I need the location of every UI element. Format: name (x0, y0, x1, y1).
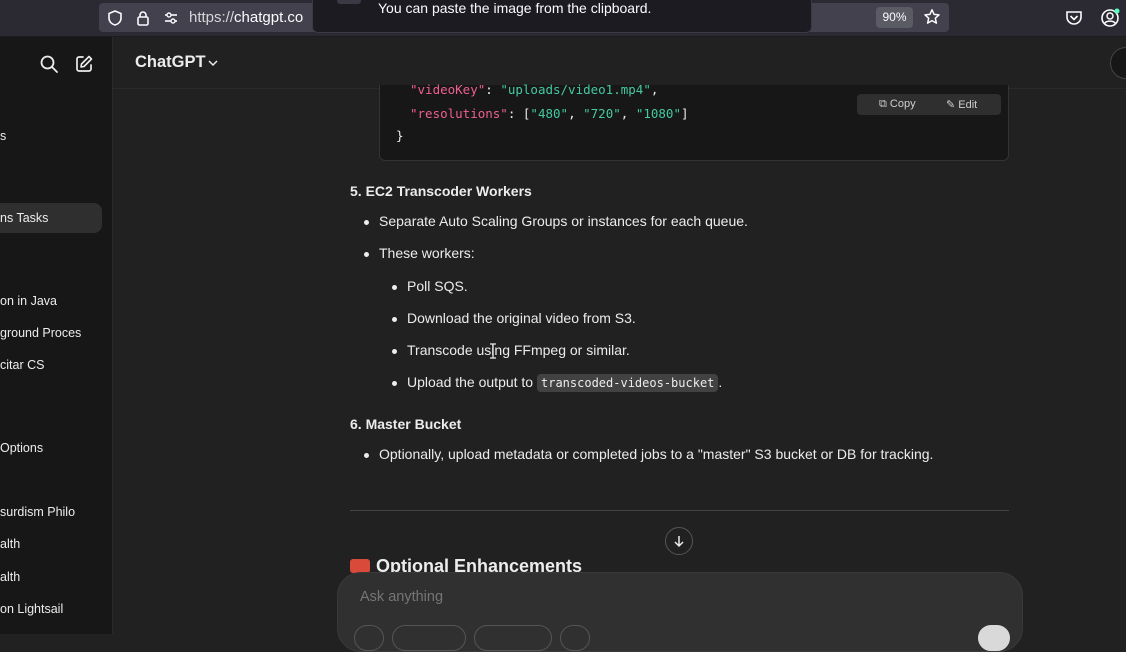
list-item: Optionally, upload metadata or completed… (363, 446, 934, 462)
copy-label: Copy (889, 98, 916, 110)
attach-button[interactable] (354, 625, 384, 651)
chevron-down-icon[interactable] (207, 57, 219, 69)
scroll-down-button[interactable] (665, 527, 693, 555)
divider (350, 510, 1009, 511)
model-selector[interactable]: ChatGPT (135, 53, 206, 72)
sidebar-item-active[interactable]: ns Tasks (0, 203, 102, 233)
code-value: "uploads/video1.mp4" (500, 82, 651, 97)
code-value: "1080" (635, 106, 681, 121)
sidebar-item[interactable]: on in Java (0, 286, 102, 316)
section-heading: 5. EC2 Transcoder Workers (350, 183, 532, 199)
url-host: chatgpt.co (234, 9, 304, 26)
sidebar-item[interactable]: Options (0, 433, 102, 463)
profile-avatar[interactable] (1110, 47, 1126, 79)
toolbox-icon (350, 559, 370, 573)
edit-label: Edit (958, 99, 978, 111)
clipboard-toast: You can paste the image from the clipboa… (312, 0, 812, 33)
list-item: Upload the output to transcoded-videos-b… (391, 374, 723, 392)
list-item: Transcode using FFmpeg or similar. (392, 342, 630, 358)
code-value: "720" (583, 106, 621, 121)
message-input[interactable] (360, 589, 960, 605)
sidebar-item[interactable]: ground Proces (0, 318, 102, 348)
url-text[interactable]: https://chatgpt.co (189, 9, 303, 26)
url-prefix: https:// (189, 9, 235, 26)
code-key: "resolutions" (410, 106, 508, 121)
code-actions: ⧉ Copy ✎ Edit (857, 94, 1001, 115)
code-block: "videoKey": "uploads/video1.mp4", "resol… (379, 82, 1009, 161)
list-item: Separate Auto Scaling Groups or instance… (364, 213, 748, 229)
sidebar-item[interactable]: alth (0, 562, 102, 592)
section-heading: 6. Master Bucket (350, 416, 462, 432)
code-value: "480" (530, 106, 569, 121)
shield-icon[interactable] (106, 9, 124, 27)
text-cursor-icon (490, 343, 496, 359)
code-key: "videoKey" (410, 82, 486, 97)
list-item: These workers: (364, 245, 475, 261)
sidebar-item[interactable]: alth (0, 529, 102, 559)
account-icon[interactable] (1100, 8, 1120, 28)
new-chat-icon[interactable] (74, 54, 94, 74)
toast-icon (337, 0, 361, 4)
zoom-level[interactable]: 90% (876, 7, 913, 28)
lock-icon[interactable] (134, 9, 152, 27)
code-line: "videoKey": "uploads/video1.mp4", (410, 82, 659, 97)
sidebar: s ns Tasks on in Java ground Proces cita… (0, 37, 113, 634)
list-item: Download the original video from S3. (392, 310, 636, 326)
code-closing: } (396, 128, 404, 143)
edit-button[interactable]: ✎ Edit (946, 98, 977, 111)
sidebar-item[interactable]: surdism Philo (0, 497, 102, 527)
browser-toolbar: https://chatgpt.co 90% You can paste the… (0, 0, 1126, 37)
voice-button[interactable] (978, 625, 1010, 651)
more-button[interactable] (560, 625, 590, 651)
bookmark-star-icon[interactable] (923, 8, 941, 26)
sidebar-item[interactable]: citar CS (0, 350, 102, 380)
pocket-icon[interactable] (1064, 8, 1084, 28)
list-item: Poll SQS. (392, 278, 468, 294)
sidebar-item[interactable]: on Lightsail (0, 594, 102, 624)
search-icon[interactable] (39, 54, 59, 74)
sidebar-item[interactable]: s (0, 121, 102, 151)
arrow-down-icon (674, 536, 684, 548)
permissions-icon[interactable] (162, 9, 180, 27)
copy-button[interactable]: ⧉ Copy (879, 98, 916, 111)
inline-code: transcoded-videos-bucket (537, 374, 719, 392)
code-line: "resolutions": ["480", "720", "1080"] (410, 106, 689, 121)
tool-button[interactable] (392, 625, 466, 651)
list-item-text: Upload the output to (407, 374, 534, 390)
toast-text: You can paste the image from the clipboa… (378, 0, 652, 16)
composer (337, 572, 1023, 652)
tool-button[interactable] (474, 625, 552, 651)
